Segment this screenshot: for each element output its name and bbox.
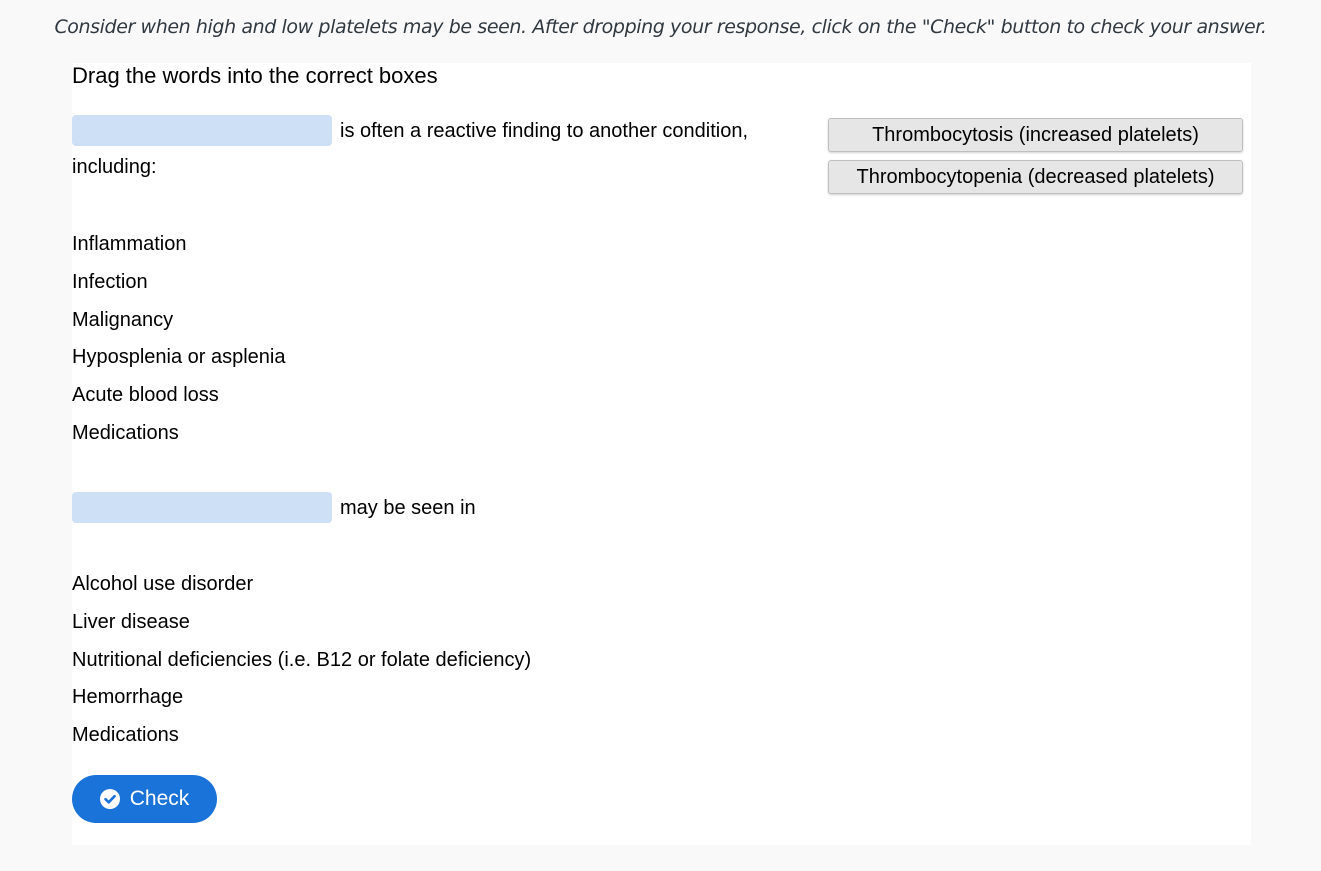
list-item: Medications <box>72 724 179 746</box>
instruction-text: Consider when high and low platelets may… <box>54 16 1267 38</box>
activity-heading: Drag the words into the correct boxes <box>72 63 438 88</box>
list-item: Hyposplenia or asplenia <box>72 346 286 368</box>
list-item: Alcohol use disorder <box>72 573 254 595</box>
sentence-1-part-2: including: <box>72 156 157 178</box>
sentence-2: may be seen in <box>340 497 476 519</box>
drag-drop-panel: Drag the words into the correct boxes is… <box>72 63 1251 845</box>
list-item: Nutritional deficiencies (i.e. B12 or fo… <box>72 649 532 671</box>
check-button[interactable]: Check <box>72 775 217 823</box>
word-chip-thrombocytosis[interactable]: Thrombocytosis (increased platelets) <box>828 118 1243 152</box>
list-item: Infection <box>72 271 148 293</box>
list-item: Hemorrhage <box>72 686 184 708</box>
drop-zone-2[interactable] <box>72 492 332 523</box>
list-item: Inflammation <box>72 233 187 255</box>
sentence-1-part-1: is often a reactive finding to another c… <box>340 120 749 142</box>
check-button-label: Check <box>129 787 190 810</box>
list-item: Malignancy <box>72 309 174 331</box>
list-item: Medications <box>72 422 179 444</box>
check-circle-icon <box>99 789 120 809</box>
drop-zone-1[interactable] <box>72 115 332 146</box>
list-item: Acute blood loss <box>72 384 219 406</box>
word-chip-thrombocytopenia[interactable]: Thrombocytopenia (decreased platelets) <box>828 160 1243 194</box>
list-item: Liver disease <box>72 611 190 633</box>
